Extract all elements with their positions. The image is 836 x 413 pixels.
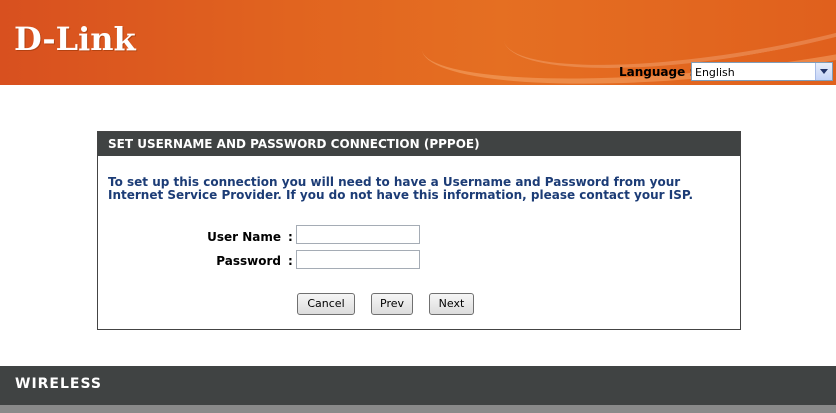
panel-title: SET USERNAME AND PASSWORD CONNECTION (PP…: [98, 132, 740, 156]
username-colon: :: [288, 230, 293, 244]
footer-wireless-label: WIRELESS: [15, 376, 103, 392]
footer-bar: WIRELESS: [0, 366, 836, 405]
language-select[interactable]: English: [691, 62, 833, 81]
pppoe-setup-panel: SET USERNAME AND PASSWORD CONNECTION (PP…: [97, 131, 741, 330]
password-colon: :: [288, 254, 293, 268]
footer-bottom-strip: [0, 405, 836, 413]
prev-button[interactable]: Prev: [371, 293, 413, 315]
header-banner: D-Link Language : English: [0, 0, 836, 85]
password-field[interactable]: [296, 250, 420, 269]
username-label: User Name: [207, 230, 281, 244]
language-selected-value: English: [695, 66, 735, 79]
panel-description: To set up this connection you will need …: [108, 175, 694, 202]
language-label: Language :: [619, 65, 695, 79]
dlink-logo: D-Link: [14, 20, 136, 58]
cancel-button[interactable]: Cancel: [297, 293, 355, 315]
username-field[interactable]: [296, 225, 420, 244]
password-label: Password: [216, 254, 281, 268]
next-button[interactable]: Next: [429, 293, 474, 315]
chevron-down-icon[interactable]: [815, 63, 832, 80]
